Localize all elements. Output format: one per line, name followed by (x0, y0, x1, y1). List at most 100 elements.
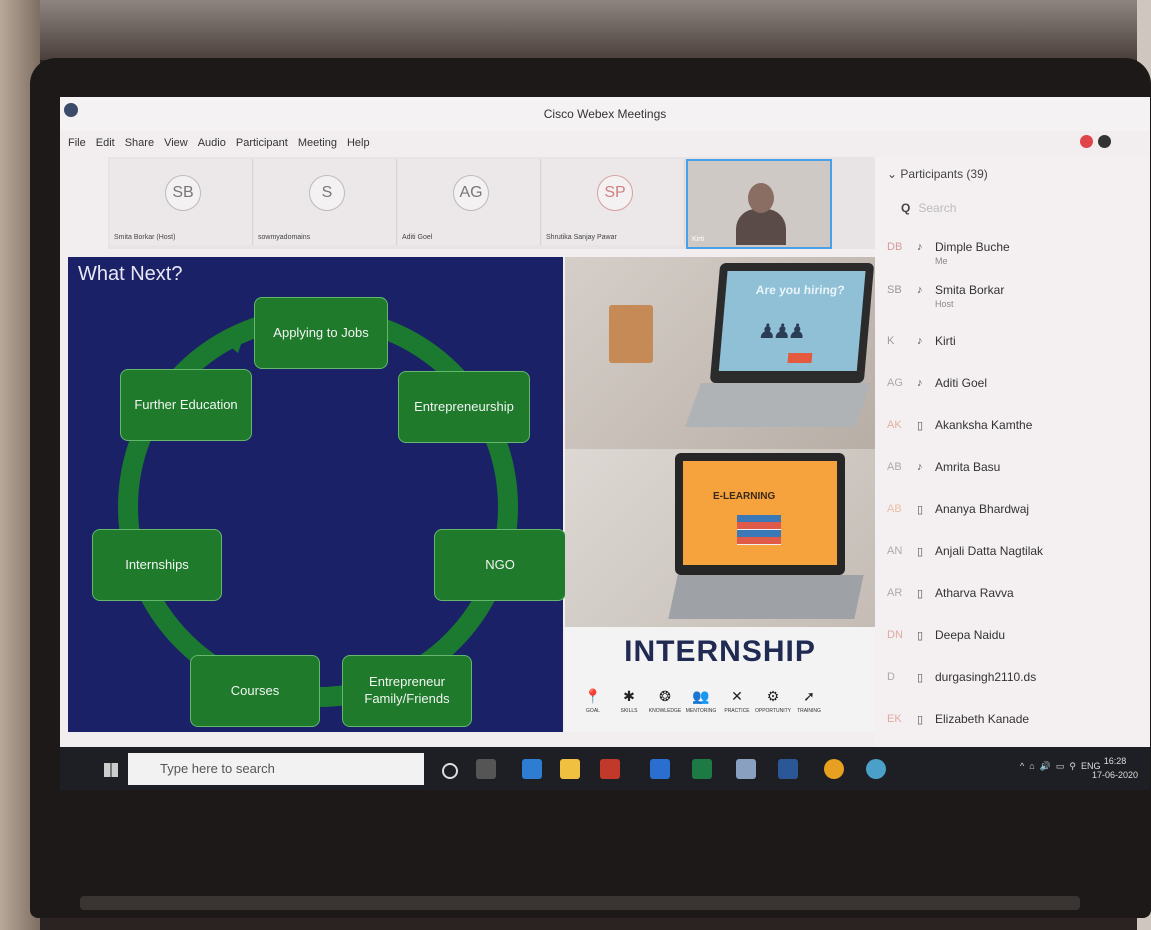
chrome-icon[interactable] (824, 759, 844, 779)
icon-label: KNOWLEDGE (648, 708, 682, 714)
avatar: AN (887, 545, 903, 557)
menu-audio[interactable]: Audio (198, 137, 226, 155)
participant-row[interactable]: AG ♪ Aditi Goel (887, 371, 1147, 407)
laptop-image: E-LEARNING (675, 453, 845, 575)
phone-icon: ▯ (917, 630, 924, 642)
phone-icon: ▯ (917, 504, 924, 516)
clock-date: 17-06-2020 (1092, 769, 1139, 780)
avatar: AG (453, 175, 489, 211)
participant-name: Akanksha Kamthe (935, 418, 1033, 432)
word-icon[interactable] (778, 759, 798, 779)
participant-row[interactable]: K ♪ Kirti (887, 329, 1147, 365)
participant-name: Deepa Naidu (935, 628, 1006, 642)
hiring-photo: Are you hiring? ♟♟♟ (565, 257, 875, 449)
participant-row[interactable]: D ▯ durgasingh2110.ds (887, 665, 1147, 701)
avatar: SP (597, 175, 633, 211)
webex-taskbar-icon[interactable] (866, 759, 886, 779)
taskbar-clock[interactable]: 16:28 17-06-2020 (1092, 755, 1138, 782)
search-input[interactable]: Search (918, 201, 956, 215)
participant-row[interactable]: AB ▯ Ananya Bhardwaj (887, 497, 1147, 533)
system-tray: ^ ⌂ 🔊 ▭ ⚲ ENG (1020, 761, 1101, 771)
menu-participant[interactable]: Participant (236, 137, 288, 155)
file-explorer-icon[interactable] (560, 759, 580, 779)
video-tile[interactable]: SP Shrutika Sanjay Pawar (542, 159, 685, 245)
avatar: AB (887, 461, 902, 473)
help-icon[interactable] (1098, 135, 1111, 148)
task-view-icon[interactable] (476, 759, 496, 779)
avatar: AR (887, 587, 903, 599)
tile-name: sowmyadomains (258, 234, 311, 241)
video-filmstrip: SB Smita Borkar (Host) S sowmyadomains A… (108, 157, 928, 249)
video-tile[interactable]: SB Smita Borkar (Host) (110, 159, 253, 245)
audio-icon: ♪ (917, 241, 923, 253)
avatar: D (887, 671, 895, 683)
menu-share[interactable]: Share (125, 137, 154, 155)
icon-label: TRAINING (797, 708, 821, 714)
elearning-text: E-LEARNING (713, 491, 776, 502)
avatar: AG (887, 377, 903, 389)
menu-view[interactable]: View (164, 137, 188, 155)
participant-row[interactable]: EK ▯ Elizabeth Kanade (887, 707, 1147, 743)
video-tile[interactable]: AG Aditi Goel (398, 159, 541, 245)
menu-bar: File Edit Share View Audio Participant M… (68, 137, 370, 155)
cortana-icon[interactable] (442, 763, 458, 779)
participant-row[interactable]: AK ▯ Akanksha Kamthe (887, 413, 1147, 449)
menu-file[interactable]: File (68, 137, 86, 155)
step-internships: Internships (92, 529, 222, 601)
elearning-photo: E-LEARNING (565, 449, 875, 627)
avatar: DB (887, 241, 903, 253)
hiring-text: Are you hiring? (755, 283, 846, 297)
icon-label: SKILLS (620, 708, 638, 714)
participant-row[interactable]: SB ♪ Smita Borkar Host (887, 278, 1147, 314)
mentoring-icon: 👥 (692, 687, 710, 704)
keyboard-image (668, 575, 864, 619)
audio-icon: ♪ (917, 284, 923, 296)
windows-start-icon[interactable] (104, 763, 118, 777)
participant-name: Amrita Basu (935, 460, 1001, 474)
participant-row[interactable]: AR ▯ Atharva Ravva (887, 581, 1147, 617)
internship-title: INTERNSHIP (624, 635, 816, 668)
edge-icon[interactable] (522, 759, 542, 779)
participants-panel: ⌄ Participants (39) Q Search DB ♪ Dimple … (875, 157, 1150, 747)
participant-row[interactable]: DB ♪ Dimple Buche Me (887, 235, 1147, 271)
participant-row[interactable]: AN ▯ Anjali Datta Nagtilak (887, 539, 1147, 575)
mail-icon[interactable] (650, 759, 670, 779)
active-video-tile[interactable]: Kirti (686, 159, 832, 249)
avatar: S (309, 175, 345, 211)
phone-icon: ▯ (917, 588, 924, 600)
training-icon: ➚ (803, 687, 815, 704)
mcafee-icon[interactable] (600, 759, 620, 779)
title-bar: Cisco Webex Meetings (60, 97, 1150, 131)
participants-header[interactable]: ⌄ Participants (39) (887, 167, 988, 181)
menu-edit[interactable]: Edit (96, 137, 115, 155)
practice-icon: ✕ (731, 687, 743, 704)
search-input[interactable]: Type here to search (160, 761, 275, 776)
room-background-top (0, 0, 1151, 60)
avatar: SB (887, 284, 902, 296)
menu-help[interactable]: Help (347, 137, 370, 155)
participant-video (736, 209, 786, 245)
knowledge-icon: ❂ (659, 687, 671, 704)
internship-banner: INTERNSHIP 📍 GOAL ✱ SKILLS ❂ KNOWLEDGE 👥 MEN… (565, 627, 875, 732)
goal-icon: 📍 (584, 687, 602, 704)
icon-label: OPPORTUNITY (754, 708, 792, 714)
participant-row[interactable]: AB ♪ Amrita Basu (887, 455, 1147, 491)
audio-icon: ♪ (917, 461, 923, 473)
participant-row[interactable]: DN ▯ Deepa Naidu (887, 623, 1147, 659)
phone-icon: ▯ (917, 672, 924, 684)
avatar: AK (887, 419, 902, 431)
tile-name: Aditi Goel (402, 234, 433, 241)
menu-meeting[interactable]: Meeting (298, 137, 337, 155)
avatar: DN (887, 629, 903, 641)
taskbar-search[interactable]: Type here to search (128, 753, 424, 785)
audio-icon: ♪ (917, 377, 923, 389)
excel-icon[interactable] (692, 759, 712, 779)
participant-role: Me (935, 256, 948, 266)
pencil-cup (609, 305, 653, 363)
app-icon[interactable] (736, 759, 756, 779)
audio-icon: ♪ (917, 335, 923, 347)
apply-button-image (787, 353, 813, 363)
video-tile[interactable]: S sowmyadomains (254, 159, 397, 245)
participant-search[interactable]: Q Search (901, 201, 956, 215)
record-icon[interactable] (1080, 135, 1093, 148)
